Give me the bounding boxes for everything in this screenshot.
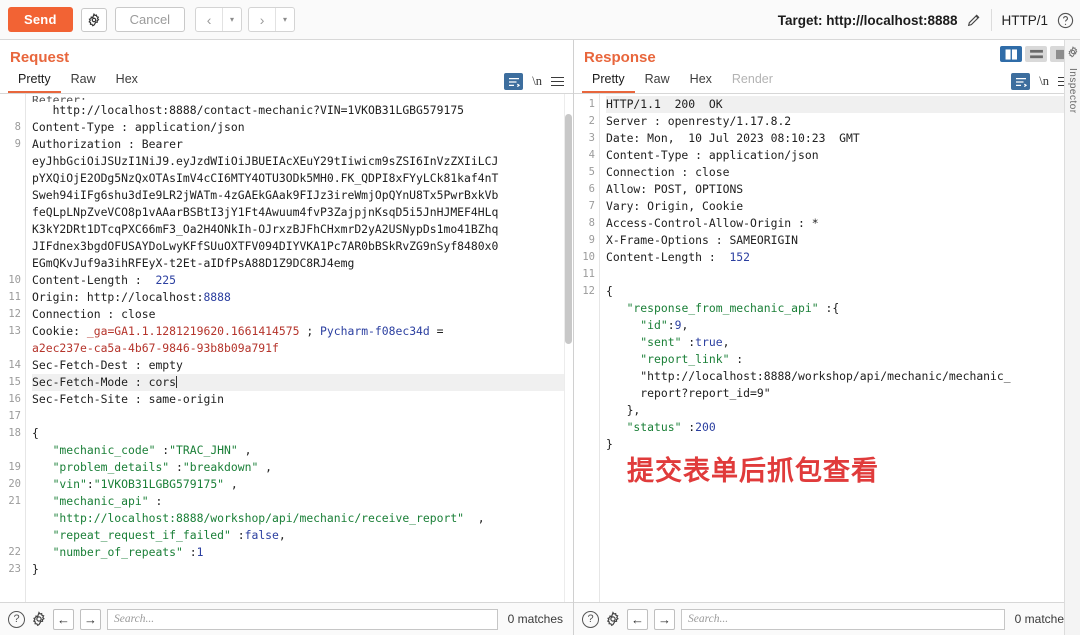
next-dropdown-caret-icon[interactable]: ▾ [276, 8, 294, 31]
request-bottom-bar: ? ← → 0 matches [0, 602, 573, 635]
http-version-label[interactable]: HTTP/1 [1001, 13, 1048, 28]
question-circle-icon[interactable]: ? [8, 610, 25, 628]
prev-request-group[interactable]: ‹ ▾ [195, 7, 243, 32]
response-code[interactable]: HTTP/1.1 200 OK Server : openresty/1.17.8… [600, 94, 1080, 602]
request-line-numbers: 8 9 10 11 12 13 14 15 16 17 18 19 20 21 22 23 [0, 94, 26, 602]
prev-dropdown-caret-icon[interactable]: ▾ [223, 8, 241, 31]
tab-response-hex[interactable]: Hex [680, 72, 722, 93]
response-editor[interactable]: 1 2 3 4 5 6 7 8 9 10 11 12 HTTP/1.1 200 OK Server : … [574, 94, 1080, 602]
top-right-group: Target: http://localhost:8888 HTTP/1 [778, 0, 1074, 40]
response-pane: Response Pretty Raw Hex Render \n 1 2 3 … [574, 40, 1080, 635]
next-request-group[interactable]: › ▾ [248, 7, 296, 32]
request-tab-actions: \n [504, 73, 573, 93]
settings-gear-button[interactable] [80, 7, 107, 32]
cancel-button[interactable]: Cancel [114, 7, 186, 32]
tab-request-raw[interactable]: Raw [61, 72, 106, 93]
inspector-edge-strip[interactable]: Inspector [1064, 40, 1080, 635]
request-pane: Request Pretty Raw Hex \n 8 9 10 11 12 13 14 15… [0, 40, 574, 635]
request-search-input[interactable] [107, 608, 498, 630]
newline-toggle[interactable]: \n [532, 74, 542, 89]
top-toolbar: Send Cancel ‹ ▾ › ▾ Target: http://local… [0, 0, 1080, 40]
gear-icon[interactable] [605, 611, 621, 627]
tab-response-pretty[interactable]: Pretty [582, 72, 635, 93]
request-tabrow: Pretty Raw Hex \n [0, 68, 573, 94]
request-matches-label: 0 matches [507, 612, 563, 626]
response-bottom-bar: ? ← → 0 matches [574, 602, 1080, 635]
request-editor[interactable]: 891011121314151617181920212223 Referer: … [0, 94, 573, 602]
request-code[interactable]: Referer: http://localhost:8888/contact-m… [26, 94, 573, 602]
inspector-label: Inspector [1067, 68, 1078, 114]
response-search-input[interactable] [681, 608, 1005, 630]
gear-icon [87, 12, 101, 27]
tab-response-render[interactable]: Render [722, 72, 783, 93]
hamburger-icon[interactable] [551, 76, 564, 87]
format-lines-icon[interactable] [504, 73, 524, 90]
search-back-button[interactable]: ← [53, 608, 74, 630]
next-arrow-icon[interactable]: › [249, 8, 275, 31]
tab-request-hex[interactable]: Hex [106, 72, 148, 93]
tab-response-raw[interactable]: Raw [635, 72, 680, 93]
request-title: Request [10, 49, 70, 66]
gear-icon[interactable] [1067, 46, 1079, 58]
response-tabrow: Pretty Raw Hex Render \n [574, 68, 1080, 94]
search-back-button[interactable]: ← [627, 608, 648, 630]
search-forward-button[interactable]: → [654, 608, 675, 630]
divider [991, 9, 993, 31]
search-forward-button[interactable]: → [80, 608, 101, 630]
burp-repeater-window: Send Cancel ‹ ▾ › ▾ Target: http://local… [0, 0, 1080, 635]
pencil-icon[interactable] [966, 12, 982, 28]
split-horizontal-icon[interactable] [1025, 46, 1047, 62]
send-button[interactable]: Send [8, 7, 73, 32]
question-circle-icon[interactable]: ? [582, 610, 599, 628]
question-circle-icon[interactable] [1057, 12, 1074, 29]
panes-container: Request Pretty Raw Hex \n 8 9 10 11 12 13 14 15… [0, 40, 1080, 635]
response-matches-label: 0 matches [1014, 612, 1070, 626]
target-label: Target: http://localhost:8888 [777, 12, 958, 28]
layout-buttons [1000, 46, 1072, 62]
split-vertical-icon[interactable] [1000, 46, 1022, 62]
request-scrollbar[interactable] [564, 94, 573, 602]
prev-arrow-icon[interactable]: ‹ [196, 8, 222, 31]
format-lines-icon[interactable] [1011, 73, 1031, 90]
newline-toggle[interactable]: \n [1039, 74, 1049, 89]
response-line-numbers: 1 2 3 4 5 6 7 8 9 10 11 12 [574, 94, 600, 602]
tab-request-pretty[interactable]: Pretty [8, 72, 61, 93]
gear-icon[interactable] [31, 611, 47, 627]
